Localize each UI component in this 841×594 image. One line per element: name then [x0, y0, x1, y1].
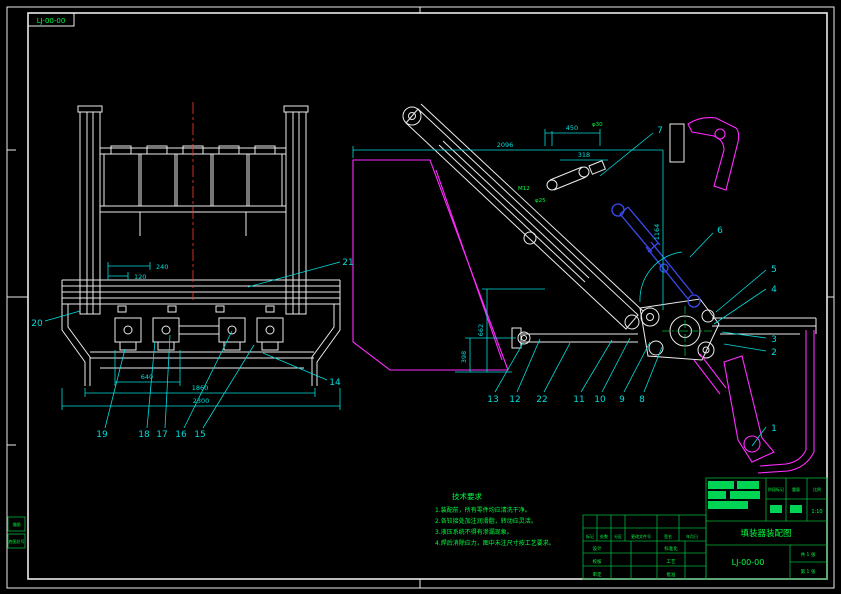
balloon-4: 4 [771, 285, 777, 295]
corner-label: LJ-00-00 [37, 17, 66, 25]
hopper-profile [352, 159, 509, 371]
annotation-c: φ30 [592, 122, 603, 128]
scale-value: 1:10 [811, 509, 822, 515]
margin-box-label-2: 底图总号 [9, 538, 25, 544]
annotation-b: φ25 [535, 198, 546, 204]
lock-bracket [693, 353, 775, 463]
drawing-number: LJ-00-00 [732, 558, 765, 567]
scale-label: 比例 [813, 486, 821, 492]
sign-approve: 批准 [667, 571, 676, 578]
sheet-total: 共 1 张 [801, 551, 816, 558]
balloon-14: 14 [329, 378, 341, 388]
sign-standard: 标准化 [664, 545, 678, 552]
cad-drawing: LJ-00-00 描图 底图总号 240 120 640 1860 2300 2… [6, 6, 835, 589]
balloon-10: 10 [594, 395, 606, 405]
motion-arc [639, 251, 683, 303]
balloon-20: 20 [31, 319, 43, 329]
note-line-3: 3.液压系统不得有渗漏现象。 [435, 528, 513, 536]
lower-link [511, 327, 638, 349]
annotation-a: M12 [518, 186, 530, 192]
note-line-1: 1.装配前，所有零件均应清洗干净。 [435, 506, 531, 514]
balloon-13: 13 [487, 395, 498, 405]
balloon-12: 12 [509, 395, 520, 405]
pivot-cluster [639, 298, 720, 361]
part-name: 填装器装配图 [740, 528, 791, 539]
balloon-15: 15 [194, 430, 205, 440]
sign-design: 设计 [593, 545, 602, 552]
body-side-rail [757, 330, 815, 474]
balloon-21: 21 [342, 258, 353, 268]
hydraulic-cylinder [611, 203, 701, 308]
front-view-dimensions: 240 120 640 1860 2300 [61, 262, 341, 410]
rev-header-mark: 标记 [586, 533, 594, 539]
notes-title: 技术要求 [452, 491, 482, 501]
balloon-17: 17 [156, 430, 167, 440]
margin-box-label-1: 描图 [13, 521, 21, 527]
front-view [61, 102, 341, 386]
dim-rv-height: 1164 [653, 224, 661, 241]
rev-header-file: 更改文件号 [631, 533, 651, 539]
dim-lv-outer-width: 2300 [193, 397, 210, 405]
balloon-19: 19 [96, 430, 108, 440]
lift-arm [402, 103, 644, 330]
balloon-6: 6 [717, 226, 723, 236]
truck-frame [669, 123, 817, 335]
rev-header-sign: 签名 [664, 533, 672, 539]
rev-header-count: 处数 [600, 533, 608, 539]
dim-rv-link-a: 450 [566, 124, 578, 132]
balloon-1: 1 [771, 424, 777, 434]
balloon-5: 5 [771, 265, 777, 275]
dim-lv-inner-width: 1860 [192, 384, 209, 392]
balloon-18: 18 [138, 430, 150, 440]
dim-rv-vert-b: 398 [460, 351, 468, 363]
dim-rv-vert-a: 662 [477, 324, 485, 336]
balloon-16: 16 [175, 430, 187, 440]
dim-rv-top-span: 2096 [497, 141, 514, 149]
balloon-11: 11 [573, 395, 584, 405]
weight-label: 重量 [792, 486, 800, 492]
sign-process: 工艺 [667, 559, 676, 565]
sign-review: 审定 [593, 571, 602, 578]
note-line-4: 4.焊后消除应力，图中未注尺寸按工艺要求。 [435, 539, 555, 547]
upper-bracket [546, 160, 607, 191]
balloon-7: 7 [657, 126, 663, 136]
margin-boxes: 描图 底图总号 [7, 516, 26, 549]
balloon-3: 3 [771, 335, 777, 345]
title-block: 阶段标记 重量 比例 1:10 填装器装配图 LJ-00-00 共 1 张 第 … [582, 477, 828, 580]
tailgate-hook [687, 117, 740, 191]
note-line-2: 2.各铰接处加注润滑脂，转动应灵活。 [435, 517, 537, 525]
rev-header-zone: 分区 [614, 533, 622, 539]
technical-notes: 技术要求 1.装配前，所有零件均应清洗干净。 2.各铰接处加注润滑脂，转动应灵活… [435, 491, 555, 547]
balloon-8: 8 [639, 395, 645, 405]
dim-rv-link-b: 318 [578, 151, 590, 159]
stage-label: 阶段标记 [768, 486, 784, 492]
balloon-22: 22 [536, 395, 547, 405]
sheet-number: 第 1 张 [801, 568, 816, 575]
balloon-2: 2 [771, 348, 777, 358]
rev-header-date: 年月日 [686, 533, 698, 539]
dim-lv-detail-a: 240 [156, 263, 168, 271]
side-view [352, 103, 817, 474]
sign-check: 校核 [593, 558, 602, 565]
dim-lv-detail-b: 120 [134, 273, 146, 281]
drawing-sheet: LJ-00-00 描图 底图总号 240 120 640 1860 2300 2… [0, 0, 841, 594]
corner-label-box: LJ-00-00 [27, 12, 75, 27]
balloon-9: 9 [619, 395, 625, 405]
